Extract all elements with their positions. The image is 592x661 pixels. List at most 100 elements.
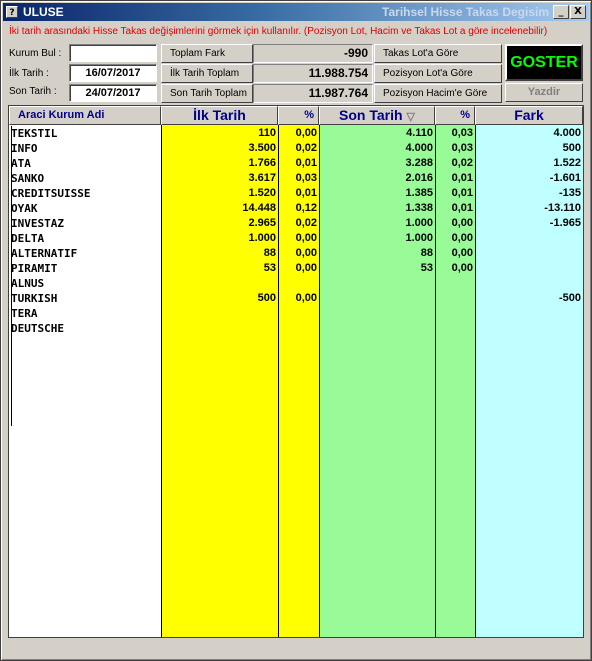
cell-ilk-pct xyxy=(278,276,317,291)
cell-son xyxy=(319,306,433,321)
cell-ilk: 110 xyxy=(258,127,276,139)
table-row[interactable]: DEUTSCHE xyxy=(9,321,583,336)
cell-son: 1.000 xyxy=(405,232,433,244)
table-row[interactable]: CREDITSUISSE 1.520 0,01 1.385 0,01 -135 xyxy=(9,186,583,201)
minimize-button[interactable]: _ xyxy=(553,5,569,19)
cell-ilk xyxy=(161,321,276,336)
takas-lot-button[interactable]: Takas Lot'a Göre xyxy=(374,44,502,63)
cell-son xyxy=(319,276,433,291)
cell-son-pct: 0,01 xyxy=(451,172,473,184)
app-icon[interactable]: ? xyxy=(6,6,18,18)
cell-ilk: 53 xyxy=(263,262,276,274)
cell-ilk: 14.448 xyxy=(242,202,276,214)
cell-ilk-pct: 0,12 xyxy=(295,202,317,214)
cell-son-pct: 0,03 xyxy=(451,127,473,139)
table-body: TEKSTIL 110 0,00 4.110 0,03 4.000 INFO 3.500 0,0… xyxy=(9,126,583,336)
header-fark[interactable]: Fark xyxy=(475,106,583,125)
goster-button[interactable]: GOSTER xyxy=(505,44,583,81)
title-bar[interactable]: ? ULUSE Tarihsel Hisse Takas Degisim _ X xyxy=(3,3,589,21)
header-son-tarih[interactable]: Son Tarih ▽ xyxy=(319,106,435,125)
app-window: ? ULUSE Tarihsel Hisse Takas Degisim _ X… xyxy=(0,0,592,661)
table-row[interactable]: ALNUS xyxy=(9,276,583,291)
son-tarih-field[interactable]: 24/07/2017 xyxy=(69,84,157,102)
cell-son-pct xyxy=(435,276,473,291)
cell-ilk-pct: 0,00 xyxy=(295,292,317,304)
table-row[interactable]: SANKO 3.617 0,03 2.016 0,01 -1.601 xyxy=(9,171,583,186)
cell-ilk: 1.000 xyxy=(248,232,276,244)
cell-ilk: 2.965 xyxy=(248,217,276,229)
header-ilk-tarih[interactable]: İlk Tarih xyxy=(161,106,278,125)
window-caption: Tarihsel Hisse Takas Degisim xyxy=(382,5,549,19)
cell-son: 1.385 xyxy=(405,187,433,199)
cell-fark xyxy=(475,261,581,276)
cell-son-pct: 0,03 xyxy=(451,142,473,154)
table-row[interactable]: TERA xyxy=(9,306,583,321)
cell-ilk-pct: 0,02 xyxy=(295,142,317,154)
cell-name: PIRAMIT xyxy=(11,262,58,275)
header-name[interactable]: Araci Kurum Adi xyxy=(9,106,161,125)
table-row[interactable]: ATA 1.766 0,01 3.288 0,02 1.522 xyxy=(9,156,583,171)
cell-son-pct: 0,00 xyxy=(451,217,473,229)
cell-ilk-pct: 0,00 xyxy=(295,127,317,139)
cell-name: CREDITSUISSE xyxy=(11,187,91,200)
cell-son: 1.000 xyxy=(405,217,433,229)
ilk-tarih-field[interactable]: 16/07/2017 xyxy=(69,64,157,82)
cell-son-pct xyxy=(435,306,473,321)
cell-name: DEUTSCHE xyxy=(11,322,64,335)
cell-son xyxy=(319,291,433,306)
cell-ilk: 88 xyxy=(263,247,276,259)
cell-name: TEKSTIL xyxy=(11,127,58,140)
cell-son-pct: 0,01 xyxy=(451,187,473,199)
table-row[interactable]: PIRAMIT 53 0,00 53 0,00 xyxy=(9,261,583,276)
cell-ilk xyxy=(161,276,276,291)
cell-ilk xyxy=(161,306,276,321)
cell-son: 3.288 xyxy=(405,157,433,169)
cell-ilk-pct: 0,01 xyxy=(295,187,317,199)
cell-son: 53 xyxy=(420,262,433,274)
kurum-bul-label: Kurum Bul : xyxy=(9,48,62,59)
cell-ilk: 1.520 xyxy=(248,187,276,199)
cell-ilk-pct: 0,00 xyxy=(295,232,317,244)
table-row[interactable]: INFO 3.500 0,02 4.000 0,03 500 xyxy=(9,141,583,156)
data-grid: Araci Kurum Adi İlk Tarih % Son Tarih ▽ %… xyxy=(8,105,584,638)
cell-name: INVESTAZ xyxy=(11,217,64,230)
cell-son-pct: 0,01 xyxy=(451,202,473,214)
table-row[interactable]: TURKISH 500 0,00 -500 xyxy=(9,291,583,306)
cell-fark xyxy=(475,306,581,321)
cell-ilk: 500 xyxy=(257,292,276,304)
header-son-tarih-label: Son Tarih xyxy=(339,107,403,123)
cell-name: ALNUS xyxy=(11,277,45,290)
pozisyon-hacim-button[interactable]: Pozisyon Hacim'e Göre xyxy=(374,84,502,103)
table-row[interactable]: TEKSTIL 110 0,00 4.110 0,03 4.000 xyxy=(9,126,583,141)
kurum-bul-input[interactable] xyxy=(69,44,157,62)
header-son-pct[interactable]: % xyxy=(435,106,475,125)
cell-ilk-pct: 0,01 xyxy=(295,157,317,169)
cell-son-pct xyxy=(435,291,473,306)
cell-name: SANKO xyxy=(11,172,45,185)
table-row[interactable]: ALTERNATIF 88 0,00 88 0,00 xyxy=(9,246,583,261)
cell-son-pct xyxy=(435,321,473,336)
table-row[interactable]: DELTA 1.000 0,00 1.000 0,00 xyxy=(9,231,583,246)
cell-son-pct: 0,02 xyxy=(451,157,473,169)
cell-fark: -1.601 xyxy=(549,172,581,184)
cell-son: 1.338 xyxy=(405,202,433,214)
header-ilk-pct[interactable]: % xyxy=(278,106,319,125)
yazdir-button[interactable]: Yazdir xyxy=(505,83,583,102)
cell-ilk-pct: 0,00 xyxy=(295,262,317,274)
cell-fark: -135 xyxy=(558,187,581,199)
cell-son: 88 xyxy=(420,247,433,259)
cell-son-pct: 0,00 xyxy=(451,262,473,274)
ilk-tarih-label: İlk Tarih : xyxy=(9,68,49,79)
ilk-tarih-toplam-value: 11.988.754 xyxy=(253,64,373,83)
close-button[interactable]: X xyxy=(570,5,586,19)
cell-fark xyxy=(475,321,581,336)
cell-son-pct: 0,00 xyxy=(451,232,473,244)
cell-fark: -500 xyxy=(558,292,581,304)
toplam-fark-value: -990 xyxy=(253,44,373,63)
table-row[interactable]: INVESTAZ 2.965 0,02 1.000 0,00 -1.965 xyxy=(9,216,583,231)
ilk-tarih-toplam-label: İlk Tarih Toplam xyxy=(161,64,253,83)
table-row[interactable]: OYAK 14.448 0,12 1.338 0,01 -13.110 xyxy=(9,201,583,216)
cell-fark: 1.522 xyxy=(553,157,581,169)
cell-name: DELTA xyxy=(11,232,45,245)
pozisyon-lot-button[interactable]: Pozisyon Lot'a Göre xyxy=(374,64,502,83)
